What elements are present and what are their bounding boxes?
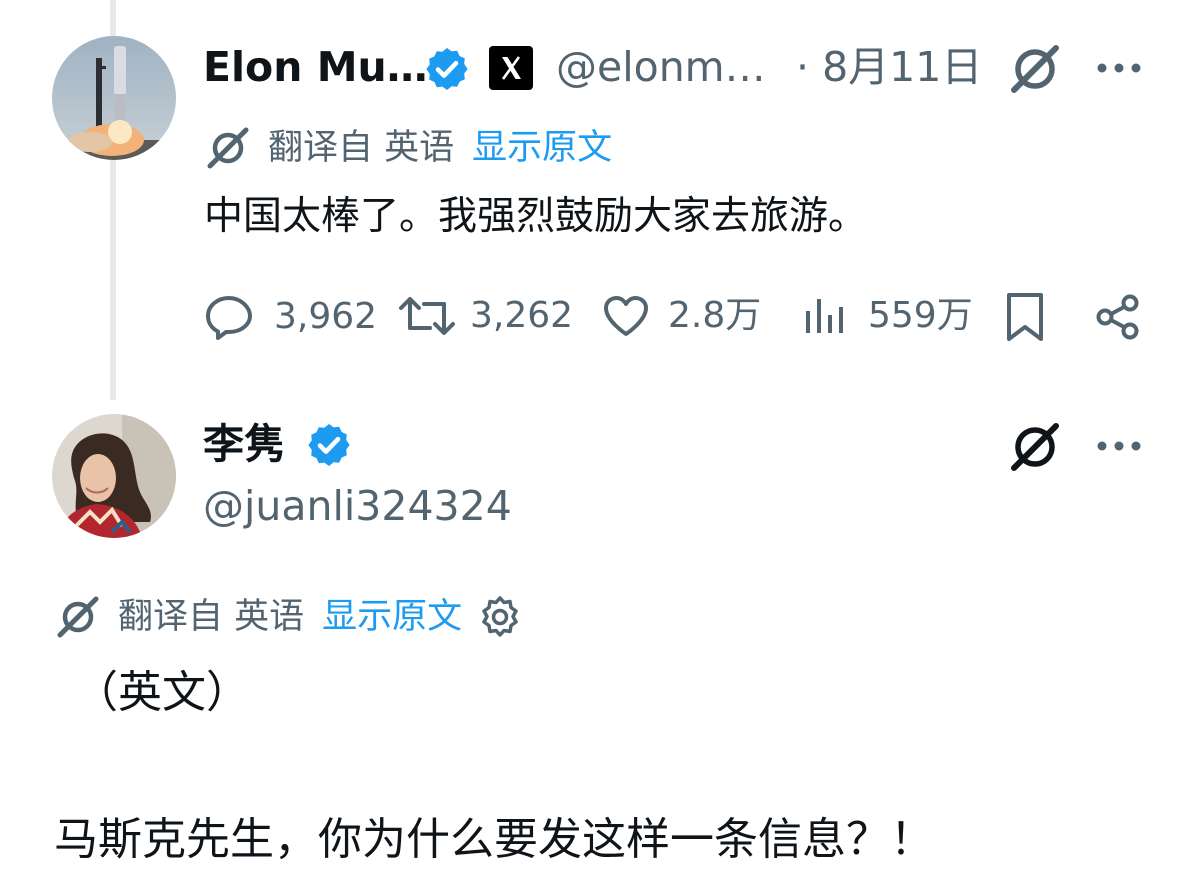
retweet-button[interactable]: 3,262: [398, 294, 573, 338]
retweet-count: 3,262: [470, 295, 574, 336]
grok-icon[interactable]: [1006, 40, 1064, 98]
reply-button[interactable]: 3,962: [204, 294, 377, 340]
like-count: 2.8万: [668, 295, 762, 336]
author-handle[interactable]: @juanli324324: [203, 482, 512, 530]
verified-badge-icon: [305, 421, 353, 473]
reply-count: 3,962: [274, 296, 378, 337]
tweet-text-line-2: 马斯克先生，你为什么要发这样一条信息？！: [54, 814, 934, 865]
avatar[interactable]: [52, 36, 176, 160]
like-button[interactable]: 2.8万: [602, 294, 761, 338]
avatar[interactable]: [52, 414, 176, 538]
verified-badge-icon: [423, 45, 471, 97]
more-icon[interactable]: [1094, 52, 1144, 84]
views-icon: [804, 295, 846, 337]
show-original-link[interactable]: 显示原文: [472, 126, 612, 170]
grok-translate-icon: [54, 595, 102, 639]
tweet-text-line-1: （英文）: [74, 667, 250, 718]
translation-label: 翻译自 英语: [118, 597, 305, 637]
author-name[interactable]: 李隽: [203, 420, 285, 468]
grok-icon[interactable]: [1006, 418, 1064, 476]
bookmark-icon[interactable]: [1000, 290, 1050, 344]
share-icon[interactable]: [1092, 292, 1144, 342]
views-button[interactable]: 559万: [804, 294, 973, 338]
translation-label: 翻译自 英语: [268, 128, 455, 168]
x-logo-icon: [489, 46, 533, 94]
author-name[interactable]: Elon Mu…: [203, 43, 428, 91]
tweet-date[interactable]: · 8月11日: [796, 43, 982, 91]
more-icon[interactable]: [1094, 430, 1144, 462]
show-original-link[interactable]: 显示原文: [322, 595, 462, 639]
reply-icon: [204, 294, 254, 340]
views-count: 559万: [868, 295, 973, 336]
like-icon: [602, 294, 650, 338]
retweet-icon: [398, 294, 456, 338]
grok-translate-icon: [204, 126, 252, 170]
translation-row: 翻译自 英语 显示原文: [54, 595, 522, 639]
author-handle[interactable]: @elonm…: [556, 43, 766, 91]
tweet-text: 中国太棒了。我强烈鼓励大家去旅游。: [204, 194, 868, 239]
translation-row: 翻译自 英语 显示原文: [204, 126, 612, 170]
settings-icon[interactable]: [478, 595, 522, 639]
